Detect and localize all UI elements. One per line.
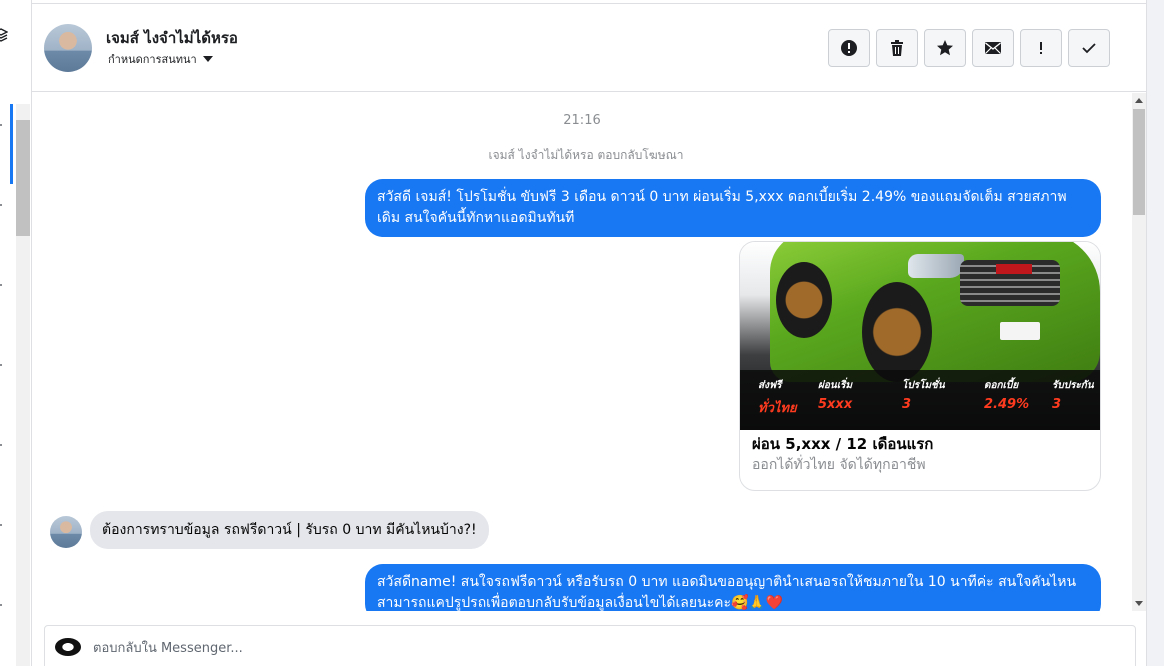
message-timestamp: 21:16 <box>563 113 601 128</box>
promo-strip: ส่งฟรี ทั่วไทย ผ่อนเริ่ม 5xxx โปรโมชั่น 3 ด… <box>740 370 1100 430</box>
header-actions <box>828 29 1110 67</box>
page-logo <box>55 638 81 656</box>
right-panel-edge <box>1146 0 1164 666</box>
trash-icon <box>891 40 903 56</box>
scroll-down-arrow-icon[interactable] <box>1135 601 1143 606</box>
alert-circle-icon <box>841 40 857 56</box>
license-plate <box>1000 322 1040 340</box>
exclamation-icon <box>1040 42 1042 54</box>
reply-input[interactable] <box>93 637 993 659</box>
car-headlamp <box>908 254 964 278</box>
promo-item: ส่งฟรี ทั่วไทย <box>758 380 797 416</box>
car-wheel <box>776 262 832 338</box>
list-marker <box>0 364 2 366</box>
contact-name[interactable]: เจมส์ ไงจำไม่ได้หรอ <box>106 26 238 50</box>
star-button[interactable] <box>924 29 966 67</box>
promo-item: ผ่อนเริ่ม 5xxx <box>818 380 853 412</box>
sender-avatar[interactable] <box>50 516 82 548</box>
reply-composer <box>44 625 1136 666</box>
active-indicator <box>10 104 13 184</box>
outgoing-message[interactable]: สวัสดีname! สนใจรถฟรีดาวน์ หรือรับรถ 0 บ… <box>365 564 1101 611</box>
promo-item: รับประกัน 3 <box>1052 380 1094 412</box>
list-marker <box>0 284 2 286</box>
assign-label: กำหนดการสนทนา <box>108 53 197 66</box>
left-panel <box>0 0 32 666</box>
left-scrollbar-thumb[interactable] <box>16 120 30 236</box>
star-icon <box>937 40 953 56</box>
mark-unread-button[interactable] <box>972 29 1014 67</box>
caret-down-icon <box>202 56 213 62</box>
scroll-up-arrow-icon[interactable] <box>1135 98 1143 103</box>
conversation-header: เจมส์ ไงจำไม่ได้หรอ กำหนดการสนทนา <box>32 4 1146 92</box>
ad-reply-note: เจมส์ ไงจำไม่ได้หรอ ตอบกลับโฆษณา <box>488 148 684 162</box>
outgoing-message[interactable]: สวัสดี เจมส์! โปรโมชั่น ขับฟรี 3 เดือน ด… <box>365 179 1101 237</box>
mark-done-button[interactable] <box>1068 29 1110 67</box>
car-wheel <box>862 282 932 382</box>
ad-card[interactable]: ส่งฟรี ทั่วไทย ผ่อนเริ่ม 5xxx โปรโมชั่น 3 ด… <box>739 241 1101 491</box>
incoming-message[interactable]: ต้องการทราบข้อมูล รถฟรีดาวน์ | รับรถ 0 บ… <box>90 511 489 549</box>
mark-spam-button[interactable] <box>828 29 870 67</box>
list-marker <box>0 444 2 446</box>
promo-item: ดอกเบี้ย 2.49% <box>984 380 1030 412</box>
promo-item: โปรโมชั่น 3 <box>902 380 945 412</box>
contact-avatar[interactable] <box>44 24 92 72</box>
list-marker <box>0 124 2 126</box>
follow-up-button[interactable] <box>1020 29 1062 67</box>
layers-icon[interactable] <box>0 28 8 42</box>
delete-button[interactable] <box>876 29 918 67</box>
car-logo-badge <box>996 264 1032 274</box>
assign-conversation-dropdown[interactable]: กำหนดการสนทนา <box>108 50 213 68</box>
conversation-scrollbar[interactable] <box>1132 93 1146 611</box>
list-marker <box>0 604 2 606</box>
list-marker <box>0 204 2 206</box>
list-marker <box>0 524 2 526</box>
conversation-thread[interactable]: 21:16 เจมส์ ไงจำไม่ได้หรอ ตอบกลับโฆษณา ส… <box>32 93 1132 611</box>
envelope-icon <box>985 42 1001 54</box>
ad-card-title: ผ่อน 5,xxx / 12 เดือนแรก <box>752 435 934 453</box>
check-icon <box>1082 43 1096 54</box>
ad-card-subtitle: ออกได้ทั่วไทย จัดได้ทุกอาชีพ <box>752 457 926 473</box>
ad-car-image: ส่งฟรี ทั่วไทย ผ่อนเริ่ม 5xxx โปรโมชั่น 3 ด… <box>740 242 1100 430</box>
scrollbar-thumb[interactable] <box>1133 109 1145 215</box>
